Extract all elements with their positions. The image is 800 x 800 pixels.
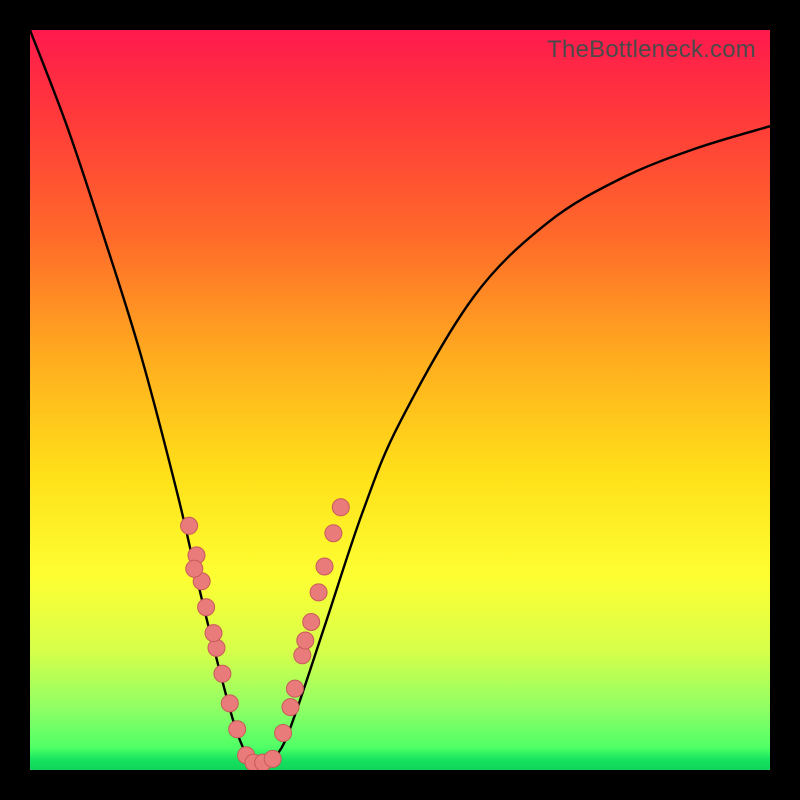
scatter-dot <box>332 499 349 516</box>
scatter-dot <box>186 560 203 577</box>
scatter-dot <box>264 750 281 767</box>
scatter-dot <box>282 699 299 716</box>
scatter-dot <box>294 647 311 664</box>
scatter-dot <box>286 680 303 697</box>
scatter-dot <box>181 517 198 534</box>
bottleneck-curve <box>30 30 770 765</box>
scatter-dot <box>221 695 238 712</box>
chart-svg <box>30 30 770 770</box>
scatter-dot <box>198 599 215 616</box>
scatter-dot <box>297 632 314 649</box>
scatter-dot <box>325 525 342 542</box>
scatter-dots <box>181 499 350 770</box>
plot-area: TheBottleneck.com <box>30 30 770 770</box>
chart-frame: TheBottleneck.com <box>0 0 800 800</box>
scatter-dot <box>214 665 231 682</box>
scatter-dot <box>316 558 333 575</box>
scatter-dot <box>229 721 246 738</box>
scatter-dot <box>205 625 222 642</box>
scatter-dot <box>275 725 292 742</box>
scatter-dot <box>303 614 320 631</box>
scatter-dot <box>208 639 225 656</box>
scatter-dot <box>310 584 327 601</box>
